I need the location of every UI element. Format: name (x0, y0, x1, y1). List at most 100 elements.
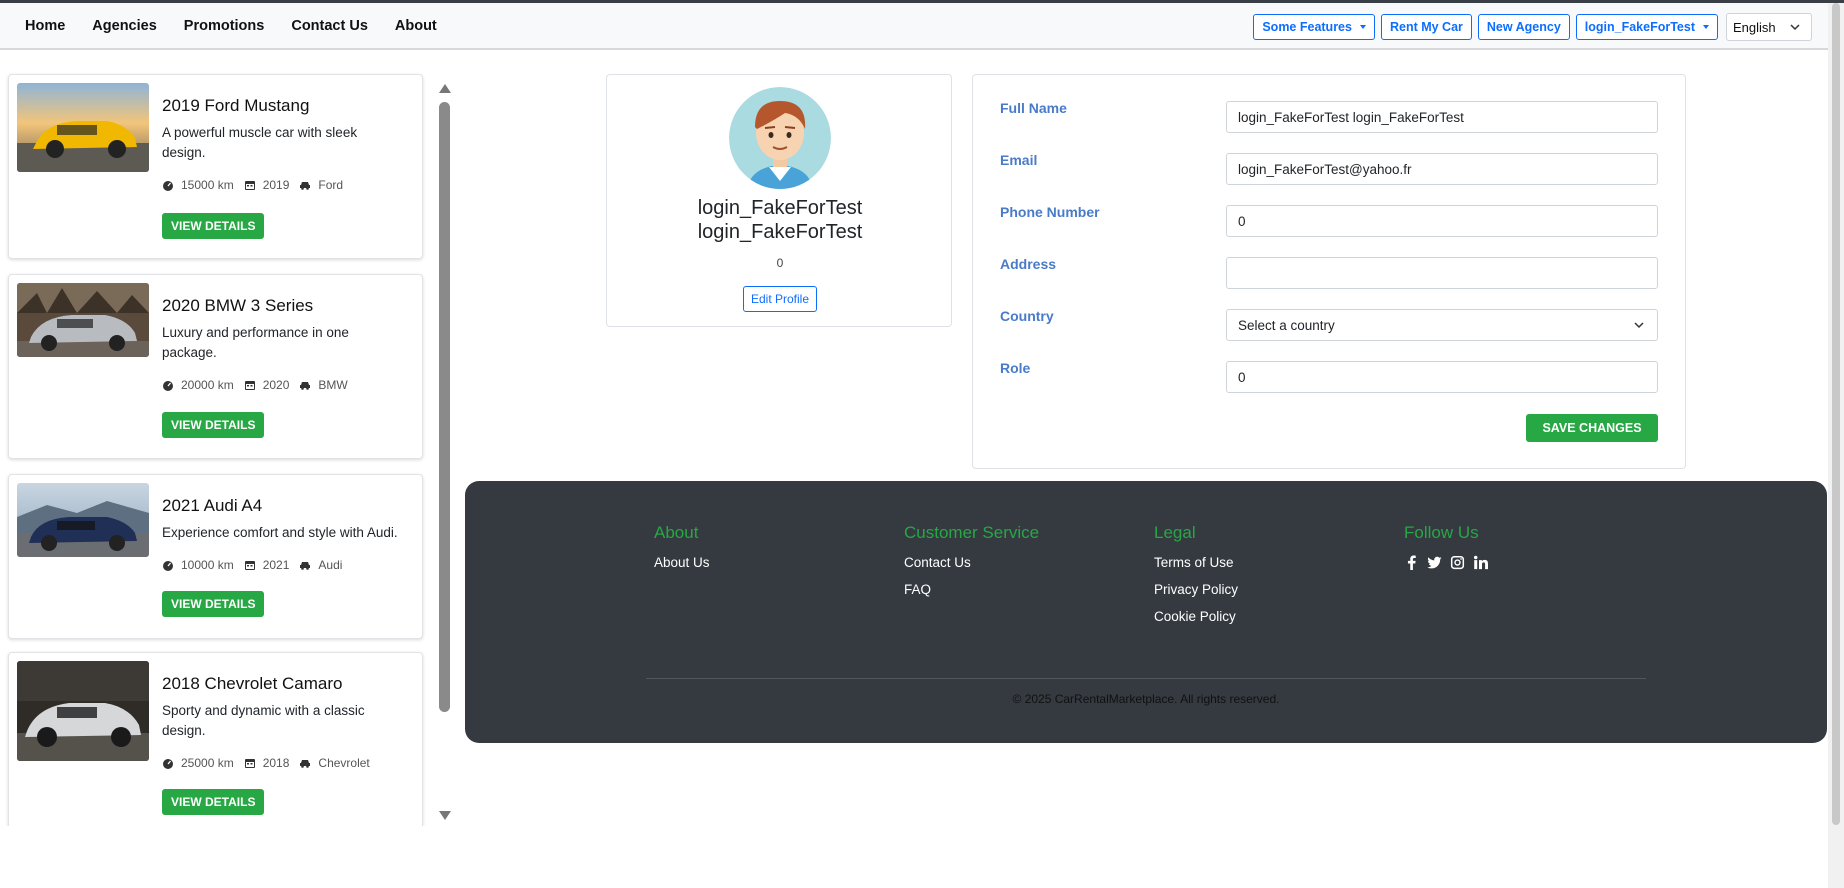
car-make: Ford (318, 178, 344, 192)
role-label: Role (1000, 360, 1031, 376)
some-features-dropdown[interactable]: Some Features (1253, 14, 1375, 40)
phone-input[interactable]: 0 (1226, 205, 1658, 237)
car-year: 2018 (262, 756, 290, 770)
caret-down-icon (1359, 25, 1366, 29)
nav-agencies[interactable]: Agencies (81, 18, 167, 34)
footer-service-heading: Customer Service (904, 523, 1040, 542)
footer-about-heading: About (654, 523, 699, 542)
car-make: BMW (318, 378, 348, 392)
footer-link-cookie[interactable]: Cookie Policy (1154, 609, 1238, 624)
linkedin-icon[interactable] (1473, 555, 1488, 570)
user-menu-dropdown[interactable]: login_FakeForTest (1575, 14, 1718, 40)
car-image-mustang[interactable] (17, 83, 149, 172)
nav-about[interactable]: About (384, 18, 448, 34)
rent-my-car-button[interactable]: Rent My Car (1380, 14, 1472, 40)
profile-first-name: login_FakeForTest (697, 197, 863, 219)
some-features-label: Some Features (1262, 20, 1352, 34)
footer-legal-heading: Legal (1154, 523, 1196, 542)
country-select[interactable]: Select a country (1226, 309, 1658, 341)
footer-follow-column: Follow Us (1404, 523, 1496, 570)
car-description: A powerful muscle car with sleek design. (162, 125, 358, 160)
address-input[interactable] (1226, 257, 1658, 289)
footer-link-terms[interactable]: Terms of Use (1154, 555, 1238, 570)
car-make: Chevrolet (318, 756, 370, 770)
car-icon (300, 760, 311, 768)
car-title: 2018 Chevrolet Camaro (162, 674, 343, 693)
car-mileage: 20000 km (181, 378, 234, 392)
car-title: 2020 BMW 3 Series (162, 296, 314, 315)
profile-form: Full Name login_FakeForTest login_FakeFo… (972, 74, 1686, 469)
car-list-scrollbar[interactable] (436, 80, 452, 826)
footer-link-faq[interactable]: FAQ (904, 582, 1039, 597)
footer-service-column: Customer Service Contact Us FAQ (904, 523, 1039, 609)
car-meta: 20000 km 2020 BMW (162, 378, 358, 392)
save-changes-button[interactable]: SAVE CHANGES (1526, 414, 1658, 442)
email-input[interactable]: login_FakeForTest@yahoo.fr (1226, 153, 1658, 185)
twitter-icon[interactable] (1427, 555, 1442, 570)
new-agency-button[interactable]: New Agency (1477, 14, 1570, 40)
footer-divider (646, 678, 1646, 679)
profile-count: 0 (776, 256, 784, 270)
view-details-button[interactable]: VIEW DETAILS (162, 412, 265, 438)
car-image-audi[interactable] (17, 483, 149, 557)
language-value: English (1733, 19, 1776, 35)
calendar-icon (244, 181, 255, 190)
car-mileage: 15000 km (181, 178, 234, 192)
footer-about-column: About About Us (654, 523, 710, 582)
car-description: Sporty and dynamic with a classic design… (162, 703, 365, 738)
profile-card: login_FakeForTest login_FakeForTest 0 Ed… (606, 74, 952, 327)
instagram-icon[interactable] (1450, 555, 1465, 570)
footer-link-privacy[interactable]: Privacy Policy (1154, 582, 1238, 597)
car-make: Audi (318, 558, 343, 572)
view-details-button[interactable]: VIEW DETAILS (162, 789, 265, 815)
car-meta: 25000 km 2018 Chevrolet (162, 756, 380, 770)
edit-profile-button[interactable]: Edit Profile (743, 286, 818, 312)
car-card: 2019 Ford Mustang A powerful muscle car … (8, 74, 423, 259)
car-year: 2021 (262, 558, 290, 572)
car-description: Experience comfort and style with Audi. (162, 525, 398, 540)
car-image-camaro[interactable] (17, 661, 149, 761)
nav-links: Home Agencies Promotions Contact Us Abou… (14, 3, 453, 49)
phone-label: Phone Number (1000, 204, 1100, 220)
footer-legal-column: Legal Terms of Use Privacy Policy Cookie… (1154, 523, 1238, 636)
car-image-bmw[interactable] (17, 283, 149, 357)
car-icon (300, 182, 311, 190)
car-card: 2020 BMW 3 Series Luxury and performance… (8, 274, 423, 459)
nav-home[interactable]: Home (14, 18, 76, 34)
profile-last-name: login_FakeForTest (697, 221, 863, 243)
scroll-up-arrow-icon[interactable] (439, 84, 451, 93)
speedometer-icon (163, 561, 173, 571)
social-links (1404, 555, 1496, 570)
top-navbar: Home Agencies Promotions Contact Us Abou… (0, 3, 1844, 50)
car-title: 2019 Ford Mustang (162, 96, 310, 115)
role-input[interactable]: 0 (1226, 361, 1658, 393)
view-details-button[interactable]: VIEW DETAILS (162, 591, 265, 617)
view-details-button[interactable]: VIEW DETAILS (162, 213, 265, 239)
email-label: Email (1000, 152, 1038, 168)
page-scrollbar[interactable] (1828, 3, 1844, 888)
car-meta: 10000 km 2021 Audi (162, 558, 352, 572)
footer-follow-heading: Follow Us (1404, 523, 1479, 542)
copyright-text: © 2025 CarRentalMarketplace. All rights … (1012, 692, 1280, 706)
calendar-icon (244, 759, 255, 768)
language-select[interactable]: English (1726, 13, 1812, 41)
full-name-input[interactable]: login_FakeForTest login_FakeForTest (1226, 101, 1658, 133)
facebook-icon[interactable] (1404, 555, 1419, 570)
page-scrollbar-thumb[interactable] (1832, 3, 1840, 825)
car-mileage: 10000 km (181, 558, 234, 572)
nav-contact-us[interactable]: Contact Us (280, 18, 379, 34)
scrollbar-thumb[interactable] (439, 102, 450, 712)
car-icon (300, 382, 311, 390)
user-menu-label: login_FakeForTest (1584, 20, 1695, 34)
calendar-icon (244, 381, 255, 390)
car-description: Luxury and performance in one package. (162, 325, 349, 360)
site-footer: About About Us Customer Service Contact … (465, 481, 1827, 743)
scroll-down-arrow-icon[interactable] (439, 811, 451, 820)
nav-promotions[interactable]: Promotions (173, 18, 276, 34)
address-label: Address (1000, 256, 1057, 272)
speedometer-icon (163, 381, 173, 391)
footer-link-about-us[interactable]: About Us (654, 555, 710, 570)
chevron-down-icon (1634, 322, 1644, 329)
car-year: 2019 (262, 178, 290, 192)
footer-link-contact-us[interactable]: Contact Us (904, 555, 1039, 570)
